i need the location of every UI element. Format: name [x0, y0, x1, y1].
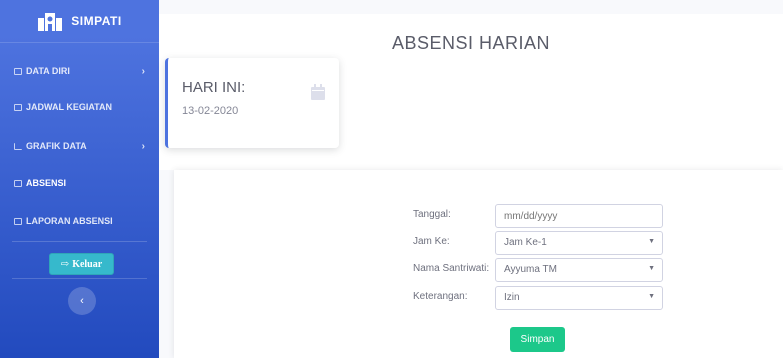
jam-ke-row: Jam Ke: Jam Ke-1 ▼ — [413, 231, 663, 255]
logout-label: Keluar — [72, 258, 103, 270]
today-card: HARI INI: 13-02-2020 — [165, 58, 339, 148]
caret-down-icon: ▼ — [648, 238, 655, 245]
school-icon — [38, 13, 63, 31]
jam-ke-value: Jam Ke-1 — [504, 237, 547, 248]
keterangan-value: Izin — [504, 292, 520, 303]
tanggal-label: Tanggal: — [413, 209, 451, 220]
jam-ke-label: Jam Ke: — [413, 236, 450, 247]
keterangan-select[interactable]: Izin ▼ — [495, 286, 663, 310]
chevron-right-icon: › — [141, 140, 145, 152]
sidebar-item-laporan-absensi[interactable]: LAPORAN ABSENSI — [0, 203, 159, 239]
sidebar-divider — [12, 241, 147, 242]
sidebar-item-data-diri[interactable]: DATA DIRI › — [0, 53, 159, 89]
caret-down-icon: ▼ — [648, 293, 655, 300]
tanggal-input[interactable] — [495, 204, 663, 228]
page-title: ABSENSI HARIAN — [391, 33, 551, 53]
table-icon — [14, 67, 22, 75]
logout-button[interactable]: ⇨ Keluar — [49, 253, 114, 275]
sidebar-item-label: JADWAL KEGIATAN — [26, 102, 113, 112]
brand-name: SIMPATI — [71, 14, 122, 28]
sidebar-item-grafik-data[interactable]: GRAFIK DATA › — [0, 128, 159, 164]
sidebar-item-label: GRAFIK DATA — [26, 141, 87, 151]
sidebar-item-label: ABSENSI — [26, 178, 67, 188]
nama-value: Ayyuma TM — [504, 264, 557, 275]
today-label: HARI INI: — [182, 79, 246, 96]
calendar-icon — [311, 84, 325, 100]
sidebar-item-absensi[interactable]: ABSENSI — [0, 165, 159, 201]
save-button[interactable]: Simpan — [510, 327, 565, 352]
sign-out-icon: ⇨ — [60, 258, 70, 270]
sidebar-item-label: LAPORAN ABSENSI — [26, 216, 113, 226]
chart-icon — [14, 142, 22, 150]
nama-label: Nama Santriwati: — [413, 263, 490, 274]
sidebar: SIMPATI DATA DIRI › JADWAL KEGIATAN GRAF… — [0, 0, 159, 358]
nama-select[interactable]: Ayyuma TM ▼ — [495, 258, 663, 282]
sidebar-item-jadwal-kegiatan[interactable]: JADWAL KEGIATAN — [0, 89, 159, 125]
sidebar-brand[interactable]: SIMPATI — [0, 0, 159, 43]
chevron-right-icon: › — [141, 65, 145, 77]
nama-row: Nama Santriwati: Ayyuma TM ▼ — [413, 258, 663, 282]
chevron-left-icon: ‹ — [80, 295, 84, 307]
table-icon — [14, 217, 22, 225]
tanggal-row: Tanggal: — [413, 204, 663, 228]
sidebar-item-label: DATA DIRI — [26, 66, 70, 76]
sidebar-toggle-button[interactable]: ‹ — [68, 287, 96, 315]
today-date: 13-02-2020 — [182, 105, 239, 117]
caret-down-icon: ▼ — [648, 265, 655, 272]
keterangan-label: Keterangan: — [413, 291, 468, 302]
table-icon — [14, 179, 22, 187]
sidebar-divider — [12, 278, 147, 279]
keterangan-row: Keterangan: Izin ▼ — [413, 286, 663, 310]
table-icon — [14, 103, 22, 111]
jam-ke-select[interactable]: Jam Ke-1 ▼ — [495, 231, 663, 255]
